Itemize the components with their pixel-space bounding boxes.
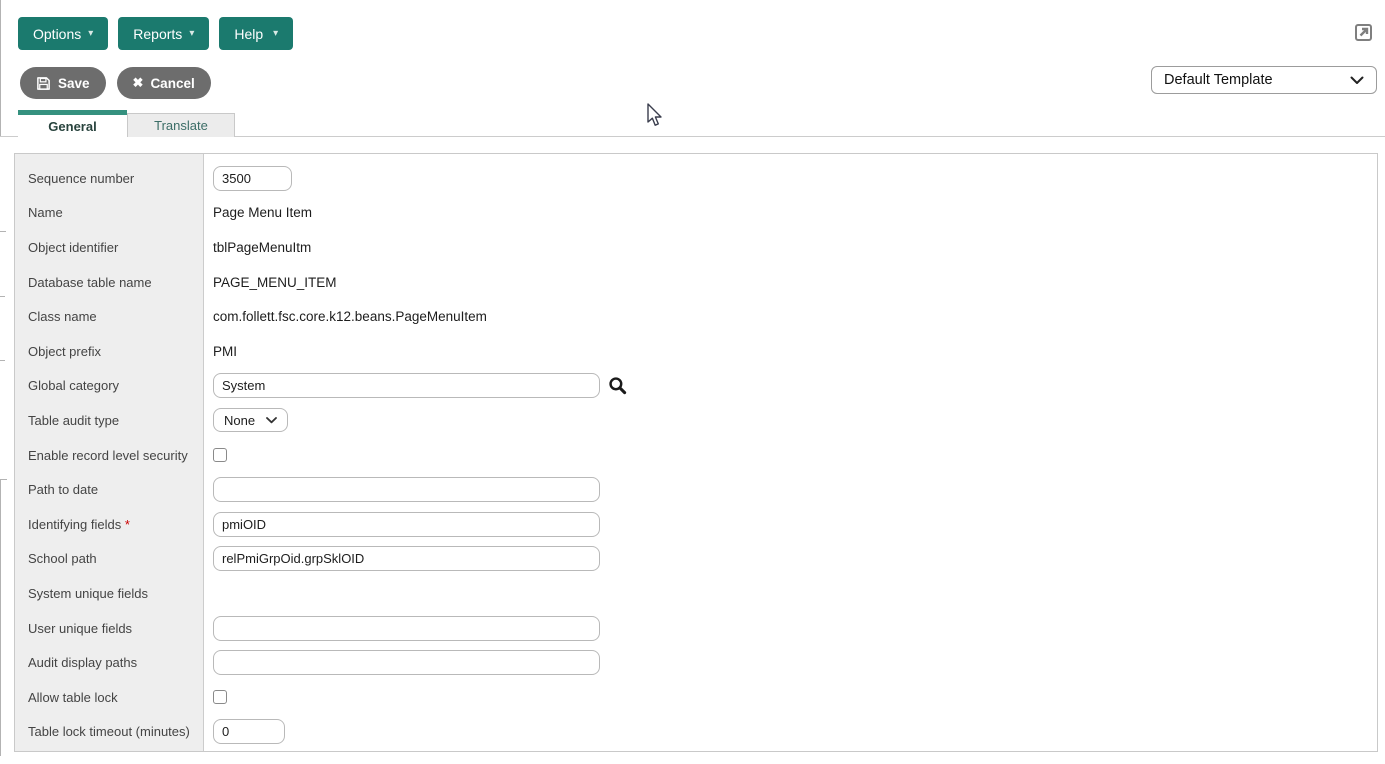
form-row-object-identifier: Object identifier tblPageMenuItm (15, 230, 1377, 265)
left-edge-tick (0, 479, 7, 480)
identifying-fields-input[interactable] (213, 512, 600, 537)
template-select[interactable]: Default Template (1151, 66, 1377, 94)
left-edge-tick (0, 296, 5, 297)
open-in-new-window-icon[interactable] (1354, 23, 1373, 42)
field-label-table-lock-timeout: Table lock timeout (minutes) (15, 724, 204, 739)
field-label-audit-display-paths: Audit display paths (15, 655, 204, 670)
reports-menu-button[interactable]: Reports ▾ (118, 17, 209, 50)
field-label-path-to-date: Path to date (15, 482, 204, 497)
form-row-allow-table-lock: Allow table lock (15, 680, 1377, 715)
form-row-path-to-date: Path to date (15, 472, 1377, 507)
mouse-cursor (646, 103, 664, 134)
options-menu-label: Options (33, 26, 81, 42)
field-label-sequence-number: Sequence number (15, 171, 204, 186)
form-row-identifying-fields: Identifying fields * (15, 507, 1377, 542)
tab-translate[interactable]: Translate (127, 113, 235, 137)
left-edge-line-top (0, 0, 1, 137)
left-edge-tick (0, 231, 6, 232)
form-rows: Sequence number Name Page Menu Item Object … (15, 154, 1377, 749)
caret-down-icon: ▾ (88, 28, 93, 39)
table-audit-type-select-value: None (224, 413, 255, 428)
toolbar: Save ✖ Cancel (20, 67, 211, 99)
school-path-input[interactable] (213, 546, 600, 571)
field-label-identifying-fields: Identifying fields * (15, 517, 204, 532)
form-row-user-unique-fields: User unique fields (15, 611, 1377, 646)
template-select-value: Default Template (1164, 72, 1273, 88)
field-label-enable-record-level-security: Enable record level security (15, 448, 204, 463)
active-tab-accent (18, 110, 127, 115)
enable-record-level-security-checkbox[interactable] (213, 448, 227, 462)
form-row-system-unique-fields: System unique fields (15, 576, 1377, 611)
cancel-label: Cancel (150, 76, 194, 91)
search-icon[interactable] (608, 376, 627, 395)
field-label-school-path: School path (15, 551, 204, 566)
form-panel: Sequence number Name Page Menu Item Object … (14, 153, 1378, 752)
tab-general-label: General (18, 119, 127, 134)
form-row-school-path: School path (15, 542, 1377, 577)
cancel-button[interactable]: ✖ Cancel (117, 67, 211, 99)
save-icon (36, 76, 51, 91)
field-value-name: Page Menu Item (213, 205, 312, 220)
audit-display-paths-input[interactable] (213, 650, 600, 675)
options-menu-button[interactable]: Options ▾ (18, 17, 108, 50)
field-label-class-name: Class name (15, 309, 204, 324)
tab-bar: General Translate (18, 110, 235, 137)
caret-down-icon: ▾ (273, 28, 278, 39)
form-row-audit-display-paths: Audit display paths (15, 645, 1377, 680)
field-label-user-unique-fields: User unique fields (15, 621, 204, 636)
left-edge-tick (0, 360, 5, 361)
field-value-object-prefix: PMI (213, 344, 237, 359)
field-label-system-unique-fields: System unique fields (15, 586, 204, 601)
user-unique-fields-input[interactable] (213, 616, 600, 641)
table-audit-type-select[interactable]: None (213, 408, 288, 432)
form-row-name: Name Page Menu Item (15, 196, 1377, 231)
field-label-allow-table-lock: Allow table lock (15, 690, 204, 705)
help-menu-label: Help (234, 26, 263, 42)
form-row-global-category: Global category (15, 369, 1377, 404)
chevron-down-icon (1350, 76, 1364, 85)
field-value-database-table-name: PAGE_MENU_ITEM (213, 275, 337, 290)
caret-down-icon: ▾ (189, 28, 194, 39)
form-row-class-name: Class name com.follett.fsc.core.k12.beans… (15, 299, 1377, 334)
page: Options ▾ Reports ▾ Help ▾ (0, 0, 1385, 764)
tab-translate-label: Translate (128, 118, 234, 133)
tab-general[interactable]: General (18, 110, 127, 137)
field-label-table-audit-type: Table audit type (15, 413, 204, 428)
allow-table-lock-checkbox[interactable] (213, 690, 227, 704)
help-menu-button[interactable]: Help ▾ (219, 17, 293, 50)
form-row-table-audit-type: Table audit type None (15, 403, 1377, 438)
cancel-x-icon: ✖ (133, 75, 144, 91)
form-row-database-table-name: Database table name PAGE_MENU_ITEM (15, 265, 1377, 300)
global-category-input[interactable] (213, 373, 600, 398)
save-button[interactable]: Save (20, 67, 106, 99)
path-to-date-input[interactable] (213, 477, 600, 502)
menu-bar: Options ▾ Reports ▾ Help ▾ (18, 17, 293, 50)
field-label-database-table-name: Database table name (15, 275, 204, 290)
left-edge-line-bottom (0, 479, 1, 756)
table-lock-timeout-input[interactable] (213, 719, 285, 744)
field-label-object-prefix: Object prefix (15, 344, 204, 359)
sequence-number-input[interactable] (213, 166, 292, 191)
form-row-enable-record-level-security: Enable record level security (15, 438, 1377, 473)
field-value-object-identifier: tblPageMenuItm (213, 240, 311, 255)
field-label-object-identifier: Object identifier (15, 240, 204, 255)
reports-menu-label: Reports (133, 26, 182, 42)
field-label-global-category: Global category (15, 378, 204, 393)
chevron-down-icon (266, 417, 277, 424)
form-row-sequence-number: Sequence number (15, 161, 1377, 196)
save-label: Save (58, 76, 90, 91)
field-label-name: Name (15, 205, 204, 220)
form-row-object-prefix: Object prefix PMI (15, 334, 1377, 369)
form-row-table-lock-timeout: Table lock timeout (minutes) (15, 715, 1377, 750)
field-value-class-name: com.follett.fsc.core.k12.beans.PageMenuI… (213, 309, 487, 324)
